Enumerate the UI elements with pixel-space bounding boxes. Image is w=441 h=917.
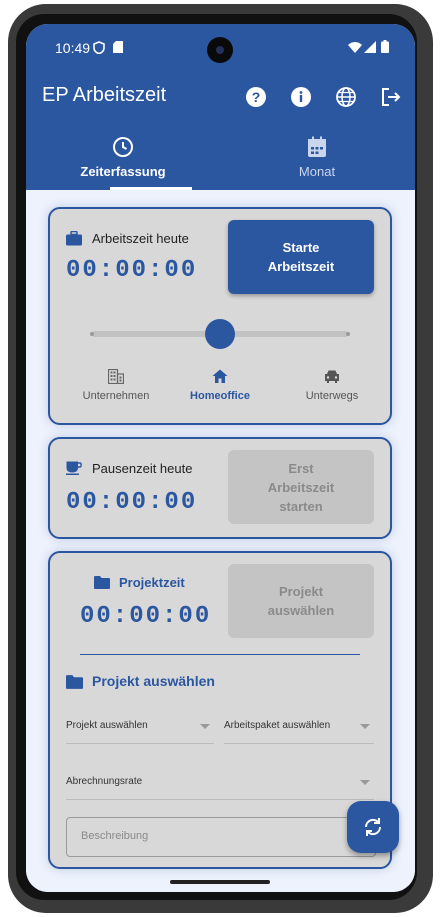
info-icon: [291, 87, 311, 107]
status-bar: 10:49: [26, 24, 415, 72]
project-select[interactable]: Projekt auswählen: [66, 715, 214, 744]
tab-bar: Zeiterfassung Monat: [26, 122, 415, 190]
main-content: Arbeitszeit heute 00:00:00 Starte Arbeit…: [26, 190, 415, 892]
chevron-down-icon: [200, 724, 210, 729]
svg-text:?: ?: [252, 89, 261, 105]
pause-time-label: Pausenzeit heute: [92, 461, 193, 476]
signal-icon: [364, 41, 376, 53]
billing-rate-select-placeholder: Abrechnungsrate: [66, 776, 143, 787]
work-location-slider[interactable]: [90, 319, 350, 349]
project-time-timer: 00:00:00: [80, 603, 212, 630]
tab-monat[interactable]: Monat: [220, 122, 414, 190]
divider: [80, 654, 360, 655]
slider-stop-right: [346, 332, 350, 336]
work-time-timer: 00:00:00: [66, 257, 198, 284]
help-button[interactable]: ?: [243, 84, 269, 110]
tab-monat-label: Monat: [298, 164, 336, 179]
tab-zeiterfassung-label: Zeiterfassung: [80, 164, 166, 179]
battery-icon: [381, 40, 389, 53]
select-project-title: Projekt auswählen: [92, 673, 215, 689]
clock-icon: [113, 137, 133, 157]
select-project-button[interactable]: Projekt auswählen: [228, 564, 374, 638]
work-package-select-placeholder: Arbeitspaket auswählen: [224, 720, 331, 731]
gesture-bar[interactable]: [170, 880, 270, 884]
logout-icon: [382, 88, 401, 106]
chevron-down-icon: [360, 780, 370, 785]
sd-card-icon: [113, 41, 123, 53]
briefcase-icon: [66, 231, 82, 246]
wifi-icon: [348, 42, 362, 53]
help-icon: ?: [246, 87, 266, 107]
project-card: Projektzeit 00:00:00 Projekt auswählen P…: [48, 551, 392, 869]
mode-unternehmen[interactable]: Unternehmen: [66, 369, 166, 402]
billing-rate-select[interactable]: Abrechnungsrate: [66, 771, 374, 800]
folder-icon: [94, 576, 110, 589]
app-bar: EP Arbeitszeit ?: [26, 72, 415, 122]
front-camera: [207, 37, 233, 63]
info-button[interactable]: [288, 84, 314, 110]
globe-icon: [336, 87, 356, 107]
mode-homeoffice[interactable]: Homeoffice: [170, 369, 270, 402]
slider-thumb[interactable]: [205, 319, 235, 349]
logout-button[interactable]: [378, 84, 404, 110]
description-placeholder: Beschreibung: [81, 830, 149, 842]
description-field[interactable]: Beschreibung: [66, 817, 376, 857]
work-time-label: Arbeitszeit heute: [92, 231, 189, 246]
sync-icon: [364, 818, 382, 836]
shield-icon: [93, 41, 105, 54]
work-package-select[interactable]: Arbeitspaket auswählen: [224, 715, 374, 744]
home-icon: [212, 369, 228, 383]
project-time-label: Projektzeit: [119, 575, 185, 590]
coffee-icon: [66, 461, 82, 475]
mode-unternehmen-label: Unternehmen: [82, 390, 150, 402]
app-title: EP Arbeitszeit: [42, 84, 167, 106]
screen: 10:49 EP Arbeitszeit ? Zeiterfassung Mon…: [26, 24, 415, 892]
pause-start-button[interactable]: Erst Arbeitszeit starten: [228, 450, 374, 524]
folder-icon: [66, 675, 83, 689]
mode-unterwegs-label: Unterwegs: [305, 390, 359, 402]
slider-stop-left: [90, 332, 94, 336]
start-work-button[interactable]: Starte Arbeitszeit: [228, 220, 374, 294]
work-time-card: Arbeitszeit heute 00:00:00 Starte Arbeit…: [48, 207, 392, 425]
pause-time-card: Pausenzeit heute 00:00:00 Erst Arbeitsze…: [48, 437, 392, 539]
language-button[interactable]: [333, 84, 359, 110]
mode-homeoffice-label: Homeoffice: [190, 390, 250, 402]
calendar-icon: [308, 136, 326, 157]
car-icon: [325, 370, 339, 383]
mode-unterwegs[interactable]: Unterwegs: [282, 369, 382, 402]
pause-time-timer: 00:00:00: [66, 489, 198, 516]
project-select-placeholder: Projekt auswählen: [66, 720, 148, 731]
building-icon: [108, 369, 124, 384]
tab-zeiterfassung[interactable]: Zeiterfassung: [26, 122, 220, 190]
sync-button[interactable]: [347, 801, 399, 853]
status-time: 10:49: [55, 40, 91, 56]
chevron-down-icon: [360, 724, 370, 729]
